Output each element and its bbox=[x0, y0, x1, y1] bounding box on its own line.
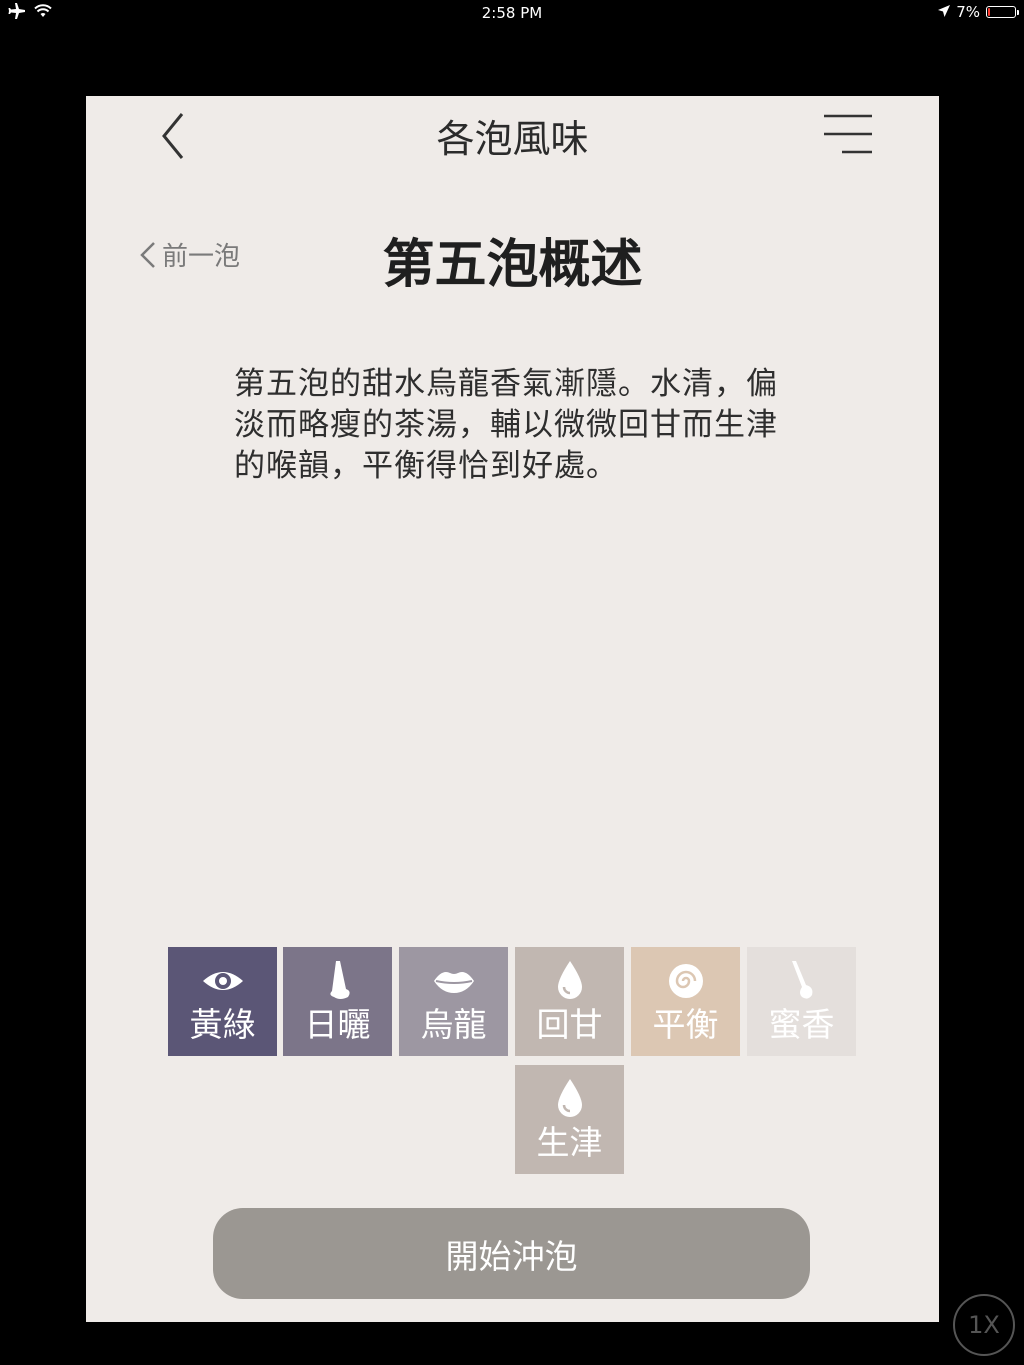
flavor-tile-label: 烏龍 bbox=[420, 1005, 487, 1044]
flavor-tile-label: 日曬 bbox=[304, 1005, 371, 1044]
flavor-tile-label: 蜜香 bbox=[768, 1005, 835, 1044]
section-description: 第五泡的甜水烏龍香氣漸隱。水清，偏淡而略瘦的茶湯，輔以微微回甘而生津的喉韻，平衡… bbox=[234, 366, 778, 484]
eye-icon bbox=[202, 972, 243, 990]
battery-fill bbox=[988, 8, 990, 16]
flavor-tile-aroma[interactable]: 日曬 bbox=[283, 947, 392, 1056]
flavor-tile-balance[interactable]: 平衡 bbox=[631, 947, 740, 1056]
flavor-tiles: 黃綠 日曬 烏龍 回甘 平衡 蜜香 生津 bbox=[168, 947, 868, 1177]
swirl-icon bbox=[668, 964, 703, 998]
battery-icon bbox=[986, 6, 1019, 18]
flavor-tile-salivation[interactable]: 生津 bbox=[515, 1065, 624, 1174]
page-header-title: 各泡風味 bbox=[436, 117, 589, 161]
flavor-tile-label: 平衡 bbox=[652, 1005, 719, 1044]
nose-icon bbox=[329, 961, 350, 999]
flavor-tile-label: 回甘 bbox=[536, 1005, 603, 1044]
droplet-icon bbox=[557, 961, 582, 999]
status-bar: 2:58 PM 7% bbox=[0, 0, 1024, 28]
location-arrow-icon bbox=[938, 3, 951, 21]
zoom-level-badge[interactable]: 1X bbox=[953, 1294, 1015, 1356]
flavor-panel: 各泡風味 前一泡 第五泡概述 第五泡的甜水烏龍香氣漸隱。水清，偏淡而略瘦的茶湯，… bbox=[86, 96, 939, 1322]
status-right: 7% bbox=[938, 3, 1019, 21]
droplet-icon bbox=[557, 1079, 582, 1117]
battery-percent: 7% bbox=[956, 3, 980, 21]
status-time: 2:58 PM bbox=[481, 4, 543, 22]
spoon-icon bbox=[791, 961, 812, 999]
lips-icon bbox=[433, 972, 474, 993]
flavor-tile-aftertaste[interactable]: 回甘 bbox=[515, 947, 624, 1056]
flavor-tile-taste[interactable]: 烏龍 bbox=[399, 947, 508, 1056]
flavor-tile-color[interactable]: 黃綠 bbox=[168, 947, 277, 1056]
menu-icon[interactable] bbox=[820, 112, 876, 156]
flavor-tile-fragrance[interactable]: 蜜香 bbox=[747, 947, 856, 1056]
start-brewing-button[interactable]: 開始沖泡 bbox=[213, 1208, 810, 1299]
flavor-tile-label: 生津 bbox=[536, 1123, 603, 1162]
flavor-tile-label: 黃綠 bbox=[189, 1005, 256, 1044]
section-title: 第五泡概述 bbox=[382, 235, 643, 295]
